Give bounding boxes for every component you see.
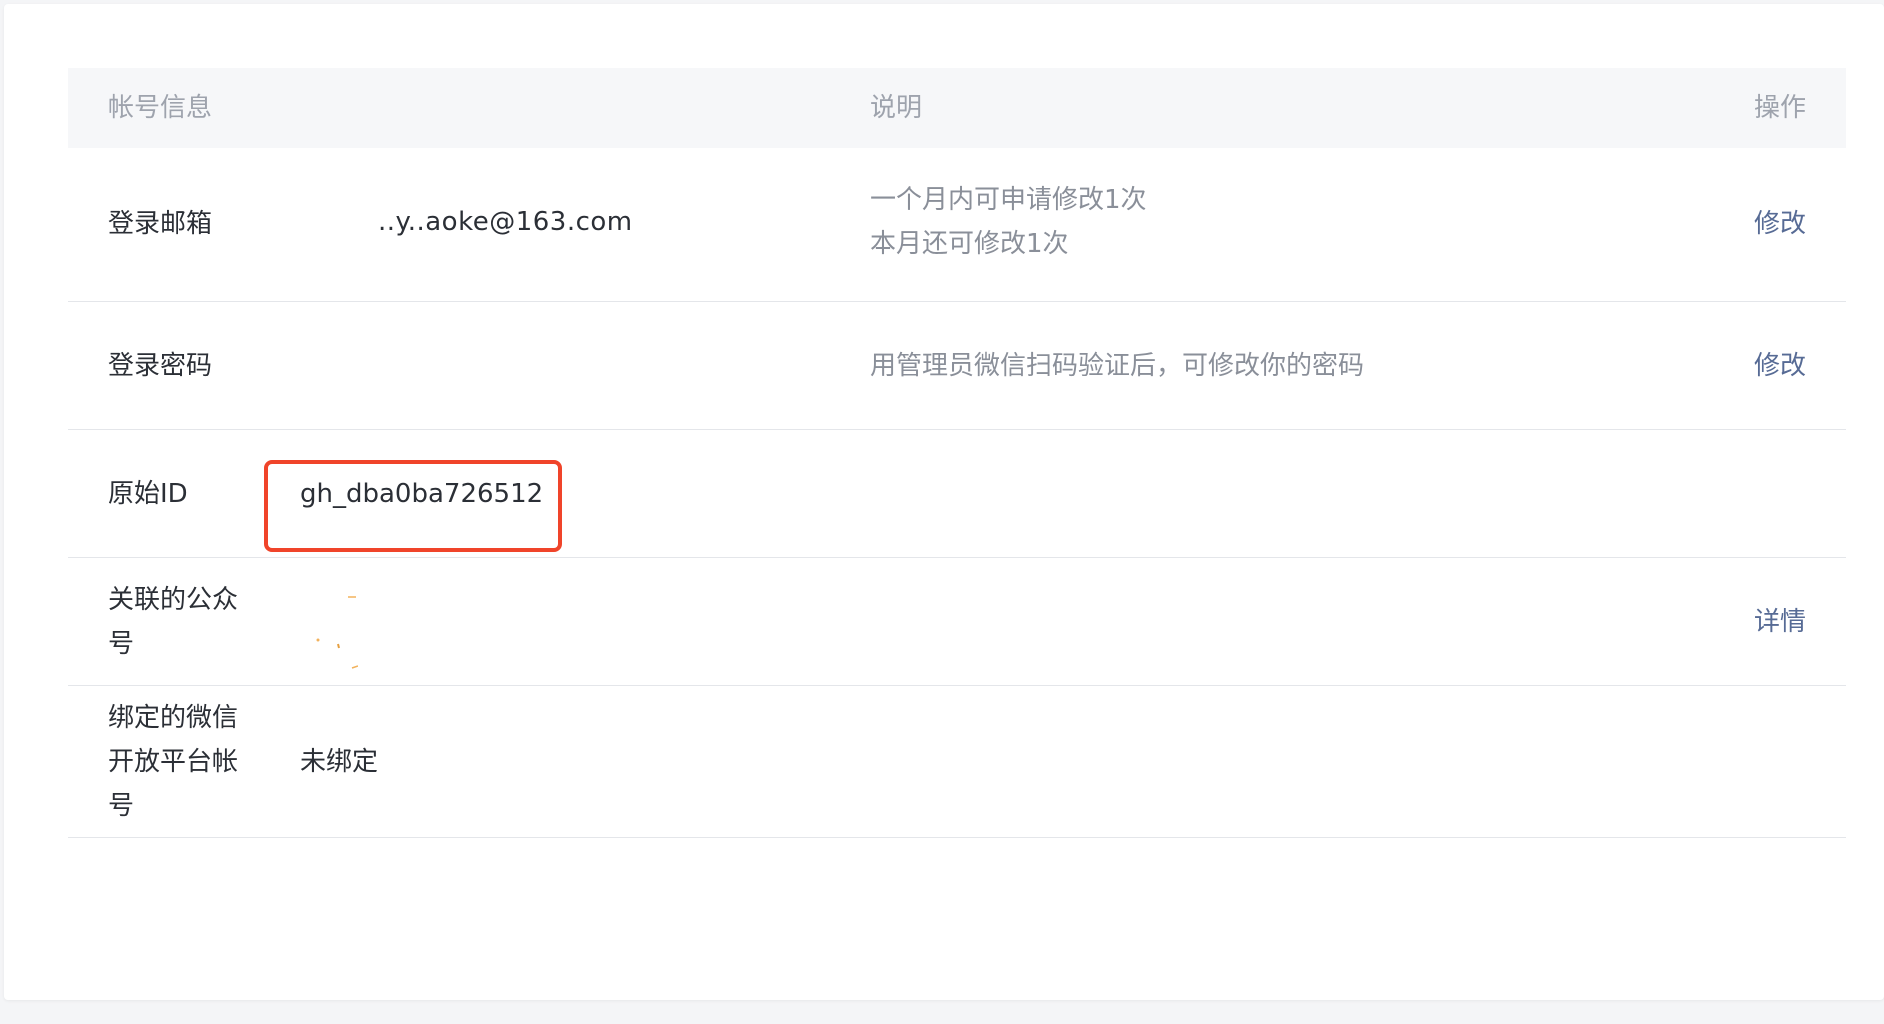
- table-row-login-password: 登录密码 用管理员微信扫码验证后，可修改你的密码 修改: [68, 302, 1846, 430]
- login-password-label: 登录密码: [108, 351, 213, 381]
- login-email-description: 一个月内可申请修改1次 本月还可修改1次: [870, 178, 1147, 266]
- account-info-card: 帐号信息 说明 操作 登录邮箱 ..y..aoke@163.com 一个月内可申…: [4, 4, 1884, 1000]
- redacted-avatar-remnant: [316, 596, 358, 669]
- open-platform-label-line2: 开放平台帐: [108, 747, 239, 777]
- login-email-desc-line1: 一个月内可申请修改1次: [870, 185, 1147, 215]
- modify-email-link[interactable]: 修改: [1754, 202, 1806, 246]
- original-id-label: 原始ID: [108, 479, 188, 509]
- table-header: 帐号信息 说明 操作: [68, 68, 1846, 148]
- open-platform-label-line3: 号: [108, 791, 135, 821]
- linked-account-label-line2: 号: [108, 629, 135, 659]
- table-row-linked-official-account: 关联的公众 号 详情: [68, 558, 1846, 686]
- linked-account-label: 关联的公众 号: [108, 578, 268, 666]
- login-email-desc-line2: 本月还可修改1次: [870, 229, 1069, 259]
- account-info-table: 帐号信息 说明 操作 登录邮箱 ..y..aoke@163.com 一个月内可申…: [68, 68, 1846, 838]
- table-row-login-email: 登录邮箱 ..y..aoke@163.com 一个月内可申请修改1次 本月还可修…: [68, 148, 1846, 302]
- table-row-original-id: 原始ID gh_dba0ba726512: [68, 430, 1846, 558]
- login-password-description: 用管理员微信扫码验证后，可修改你的密码: [870, 351, 1365, 381]
- original-id-value: gh_dba0ba726512: [300, 479, 544, 509]
- header-action: 操作: [1753, 93, 1806, 123]
- header-account-info: 帐号信息: [108, 93, 213, 123]
- login-email-label: 登录邮箱: [108, 209, 213, 239]
- open-platform-label: 绑定的微信 开放平台帐 号: [108, 696, 268, 828]
- linked-account-details-link[interactable]: 详情: [1754, 600, 1806, 644]
- modify-password-link[interactable]: 修改: [1754, 344, 1806, 388]
- header-description: 说明: [870, 93, 923, 123]
- login-email-value: ..y..aoke@163.com: [378, 207, 633, 237]
- linked-account-label-line1: 关联的公众: [108, 585, 239, 615]
- open-platform-label-line1: 绑定的微信: [108, 703, 239, 733]
- table-row-open-platform-account: 绑定的微信 开放平台帐 号 未绑定: [68, 686, 1846, 838]
- open-platform-value: 未绑定: [300, 747, 379, 777]
